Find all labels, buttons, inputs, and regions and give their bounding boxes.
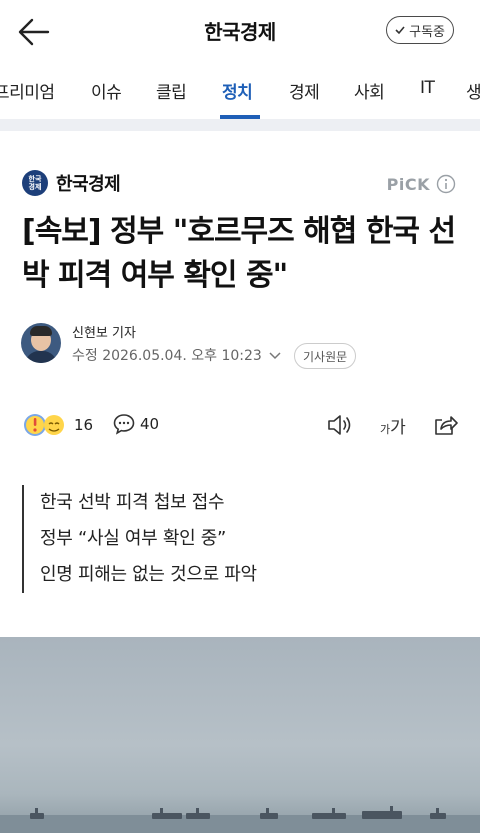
- press-info[interactable]: 한국 경제 한국경제: [22, 170, 121, 196]
- article-headline: [속보] 정부 "호르무즈 해협 한국 선박 피격 여부 확인 중": [22, 214, 456, 293]
- press-name: 한국경제: [56, 174, 121, 195]
- ship: [362, 806, 402, 819]
- tab-clip[interactable]: 클립: [156, 78, 187, 103]
- pick-label: PiCK: [386, 174, 430, 194]
- reporter-avatar[interactable]: [21, 323, 61, 363]
- action-bar: 16 40 가가: [0, 408, 480, 444]
- tab-issue[interactable]: 이슈: [91, 78, 122, 103]
- info-icon[interactable]: [436, 174, 456, 194]
- comment-count: 40: [140, 415, 160, 433]
- check-icon: [395, 26, 405, 35]
- reporter-name[interactable]: 신현보 기자: [72, 322, 136, 341]
- tab-society[interactable]: 사회: [354, 78, 385, 103]
- tab-premium[interactable]: 프리미엄: [0, 78, 55, 103]
- chevron-down-icon: [269, 352, 281, 360]
- font-size-button[interactable]: 가가: [380, 413, 406, 438]
- share-icon[interactable]: [432, 412, 458, 438]
- reaction-emoji-icon: [24, 414, 64, 436]
- category-tabs: 프리미엄 이슈 클립 정치 경제 사회 IT 생: [0, 62, 480, 120]
- subscribe-label: 구독중: [409, 24, 445, 40]
- pick-badge[interactable]: PiCK: [387, 174, 456, 194]
- ship: [186, 808, 210, 819]
- font-size-big: 가: [390, 418, 406, 438]
- summary-line: 한국 선박 피격 첩보 접수: [40, 492, 225, 513]
- reaction-count: 16: [74, 416, 94, 434]
- speaker-icon[interactable]: [326, 412, 352, 438]
- font-size-small: 가: [380, 423, 391, 436]
- subscribe-button[interactable]: 구독중: [386, 16, 454, 44]
- tab-life[interactable]: 생: [466, 78, 480, 103]
- tab-politics[interactable]: 정치: [222, 78, 253, 103]
- published-text: 수정 2026.05.04. 오후 10:23: [72, 348, 262, 364]
- top-bar: 한국경제 구독중: [0, 0, 480, 62]
- comment-button[interactable]: 40: [112, 412, 159, 436]
- ship: [152, 808, 182, 819]
- summary-line: 인명 피해는 없는 것으로 파악: [40, 564, 257, 585]
- published-date[interactable]: 수정 2026.05.04. 오후 10:23: [72, 345, 282, 365]
- reaction-button[interactable]: 16: [22, 412, 93, 438]
- ship: [312, 808, 346, 819]
- article-summary: 한국 선박 피격 첩보 접수 정부 “사실 여부 확인 중” 인명 피해는 없는…: [22, 485, 462, 593]
- comment-icon: [113, 414, 135, 435]
- summary-line: 정부 “사실 여부 확인 중”: [40, 528, 227, 549]
- ship: [430, 808, 446, 819]
- article-photo[interactable]: [0, 637, 480, 833]
- sea: [0, 815, 480, 833]
- tab-it[interactable]: IT: [420, 78, 435, 98]
- ship: [30, 808, 44, 819]
- section-divider: [0, 119, 480, 131]
- original-article-button[interactable]: 기사원문: [294, 343, 357, 369]
- tab-economy[interactable]: 경제: [289, 78, 320, 103]
- ship: [260, 808, 278, 819]
- press-logo: 한국 경제: [22, 170, 48, 196]
